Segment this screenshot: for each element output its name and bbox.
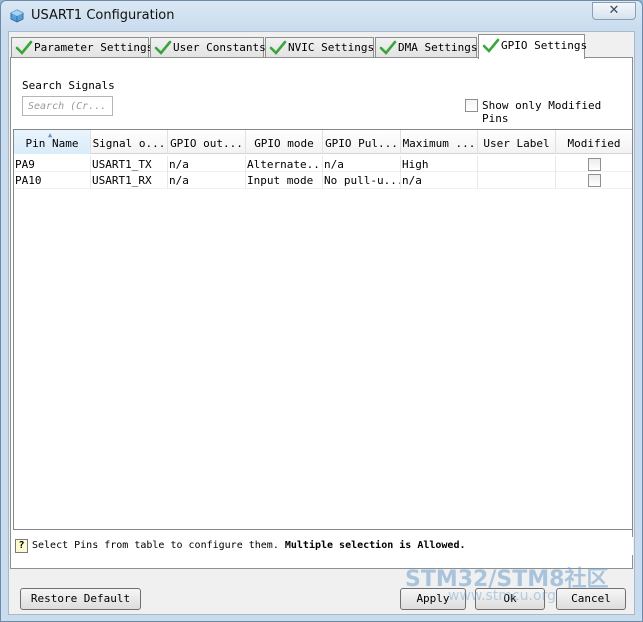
table-row[interactable]: PA9 USART1_TX n/a Alternate... n/a High bbox=[14, 155, 632, 173]
tab-dma-settings[interactable]: DMA Settings bbox=[375, 37, 477, 58]
cell-pin-name: PA10 bbox=[14, 172, 91, 189]
info-text: Select Pins from table to configure them… bbox=[32, 537, 466, 555]
cell-signal: USART1_TX bbox=[91, 156, 168, 173]
column-header-gpio-mode[interactable]: GPIO mode bbox=[246, 130, 323, 154]
tab-parameter-settings[interactable]: Parameter Settings bbox=[11, 37, 153, 58]
tab-nvic-settings[interactable]: NVIC Settings bbox=[265, 37, 374, 58]
check-mark-icon bbox=[154, 40, 172, 55]
help-icon: ? bbox=[15, 539, 28, 553]
show-modified-checkbox[interactable] bbox=[465, 99, 478, 112]
close-icon: ✕ bbox=[608, 3, 620, 18]
table-header: ▲ Pin Name Signal o... GPIO out... GPIO … bbox=[14, 130, 632, 154]
dialog-client-area: Parameter Settings User Constants NVIC S… bbox=[8, 31, 635, 615]
cell-signal: USART1_RX bbox=[91, 172, 168, 189]
gpio-pin-table: ▲ Pin Name Signal o... GPIO out... GPIO … bbox=[13, 129, 633, 530]
modified-checkbox[interactable] bbox=[588, 158, 601, 171]
window-title: USART1 Configuration bbox=[31, 8, 175, 23]
cell-modified bbox=[556, 172, 632, 189]
sort-ascending-icon: ▲ bbox=[48, 131, 53, 139]
cell-maximum-speed: n/a bbox=[401, 172, 478, 189]
usart1-configuration-window: USART1 Configuration ✕ Parameter Setting… bbox=[0, 0, 643, 622]
cell-user-label[interactable] bbox=[478, 156, 556, 173]
info-message: Select Pins from table to configure them… bbox=[32, 540, 279, 551]
info-bar: ? Select Pins from table to configure th… bbox=[13, 537, 633, 555]
gpio-settings-panel: Search Signals Show only Modified Pins ▲… bbox=[10, 57, 633, 569]
cell-gpio-output: n/a bbox=[168, 172, 246, 189]
column-header-gpio-pull[interactable]: GPIO Pul... bbox=[323, 130, 401, 154]
search-signals-label: Search Signals bbox=[22, 79, 115, 92]
column-header-maximum[interactable]: Maximum ... bbox=[401, 130, 478, 154]
info-message-bold: Multiple selection is Allowed. bbox=[284, 540, 466, 551]
restore-default-button[interactable]: Restore Default bbox=[20, 588, 141, 610]
tab-label: DMA Settings bbox=[398, 41, 478, 54]
title-bar[interactable]: USART1 Configuration ✕ bbox=[1, 1, 642, 31]
check-mark-icon bbox=[15, 40, 33, 55]
cell-maximum-speed: High bbox=[401, 156, 478, 173]
check-mark-icon bbox=[482, 38, 500, 53]
check-mark-icon bbox=[269, 40, 287, 55]
tab-label: GPIO Settings bbox=[501, 39, 588, 52]
cell-pin-name: PA9 bbox=[14, 156, 91, 173]
cell-user-label[interactable] bbox=[478, 172, 556, 189]
column-header-pin-name[interactable]: ▲ Pin Name bbox=[14, 130, 91, 154]
cell-gpio-pull: No pull-u... bbox=[324, 172, 401, 189]
tab-gpio-settings[interactable]: GPIO Settings bbox=[478, 34, 588, 59]
tab-label: Parameter Settings bbox=[34, 41, 154, 54]
tab-user-constants[interactable]: User Constants bbox=[150, 37, 266, 58]
show-modified-label[interactable]: Show only Modified Pins bbox=[482, 99, 632, 125]
watermark-url: www.stmcu.org bbox=[448, 588, 556, 604]
column-header-signal[interactable]: Signal o... bbox=[91, 130, 168, 154]
cell-gpio-mode: Alternate... bbox=[247, 156, 323, 173]
column-header-user-label[interactable]: User Label bbox=[478, 130, 556, 154]
table-row[interactable]: PA10 USART1_RX n/a Input mode No pull-u.… bbox=[14, 172, 632, 189]
column-header-gpio-output[interactable]: GPIO out... bbox=[168, 130, 246, 154]
cell-gpio-mode: Input mode bbox=[246, 172, 323, 189]
check-mark-icon bbox=[379, 40, 397, 55]
cell-gpio-pull: n/a bbox=[323, 156, 401, 173]
column-header-modified[interactable]: Modified bbox=[556, 130, 632, 154]
search-input[interactable] bbox=[22, 96, 113, 116]
tab-label: User Constants bbox=[173, 41, 266, 54]
app-cube-icon bbox=[10, 9, 24, 23]
modified-checkbox[interactable] bbox=[588, 174, 601, 187]
tab-label: NVIC Settings bbox=[288, 41, 375, 54]
cell-modified bbox=[556, 156, 632, 173]
close-button[interactable]: ✕ bbox=[592, 2, 636, 20]
cell-gpio-output: n/a bbox=[168, 156, 246, 173]
